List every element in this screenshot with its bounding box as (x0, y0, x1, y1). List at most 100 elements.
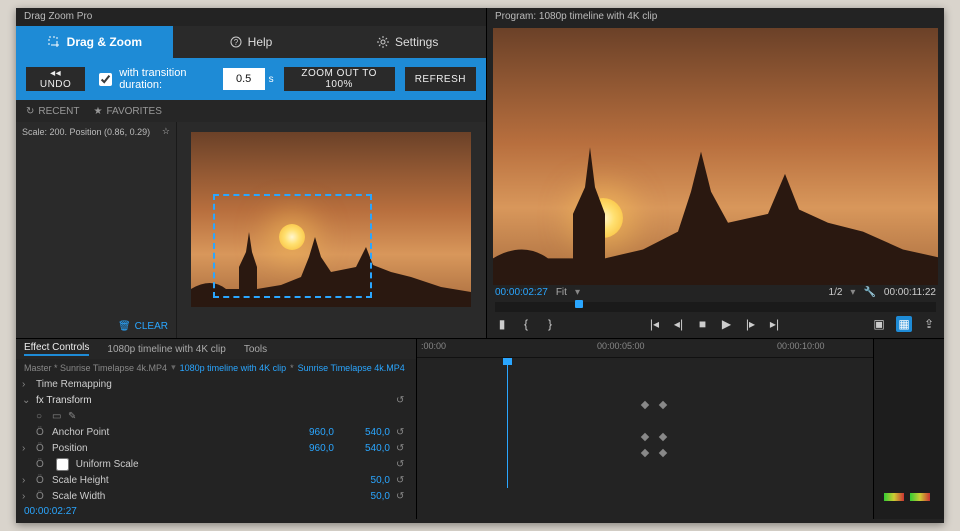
keyframe[interactable] (641, 449, 649, 457)
reset-icon[interactable]: ↺ (396, 395, 410, 406)
clock-icon: ↻ (26, 106, 34, 117)
prop-value[interactable]: 960,0 (284, 443, 334, 454)
go-to-out-icon[interactable]: ▸| (768, 317, 782, 331)
pen-mask-icon[interactable]: ✎ (68, 411, 78, 422)
ec-ruler[interactable]: :00:00 00:00:05:00 00:00:10:00 (417, 339, 873, 358)
stopwatch-icon[interactable]: Ö (36, 427, 46, 438)
program-playhead[interactable] (575, 300, 583, 308)
program-ruler[interactable] (495, 302, 936, 312)
prop-scale-width[interactable]: ›Ö Scale Width 50,0 ↺ (16, 488, 416, 504)
export-frame-icon[interactable]: ⇪ (922, 317, 936, 331)
reset-icon[interactable]: ↺ (396, 491, 410, 502)
prop-label: Scale Height (52, 475, 334, 486)
ec-crumb-master: Master * Sunrise Timelapse 4k.MP4 (24, 363, 167, 373)
stopwatch-icon[interactable]: Ö (36, 491, 46, 502)
reset-icon[interactable]: ↺ (396, 459, 410, 470)
favorite-star-icon[interactable]: ☆ (162, 126, 170, 137)
ec-crumb-seq[interactable]: 1080p timeline with 4K clip (180, 363, 287, 373)
prop-label: Anchor Point (52, 427, 278, 438)
prop-time-remapping[interactable]: ›Time Remapping (16, 376, 416, 392)
go-to-in-icon[interactable]: |◂ (648, 317, 662, 331)
marker-icon[interactable]: ▮ (495, 317, 509, 331)
keyframe[interactable] (641, 401, 649, 409)
undo-button[interactable]: ◂◂ UNDO (26, 67, 85, 91)
ec-breadcrumb: Master * Sunrise Timelapse 4k.MP4 ▾ 1080… (16, 359, 416, 376)
prop-value[interactable]: 50,0 (340, 491, 390, 502)
ec-tab-tools[interactable]: Tools (244, 344, 267, 355)
zoom-selection-box[interactable] (213, 194, 372, 298)
top-row: Drag Zoom Pro Drag & Zoom ? Help (16, 8, 944, 339)
refresh-button[interactable]: REFRESH (405, 67, 476, 91)
silhouette-graphic (493, 125, 938, 285)
prop-value[interactable]: 540,0 (340, 427, 390, 438)
tab-help[interactable]: ? Help (173, 26, 330, 58)
ec-tab-controls[interactable]: Effect Controls (24, 342, 89, 356)
prop-uniform-scale[interactable]: Ö Uniform Scale ↺ (16, 456, 416, 472)
stopwatch-icon[interactable]: Ö (36, 443, 46, 454)
app-frame: Drag Zoom Pro Drag & Zoom ? Help (16, 8, 944, 523)
stopwatch-icon[interactable]: Ö (36, 475, 46, 486)
prop-anchor-point[interactable]: Ö Anchor Point 960,0 540,0 ↺ (16, 424, 416, 440)
gear-icon (377, 36, 389, 48)
uniform-scale-checkbox[interactable] (56, 458, 69, 471)
program-monitor[interactable] (493, 28, 938, 285)
transition-duration-input[interactable] (223, 68, 265, 90)
camera-icon[interactable]: ▣ (872, 317, 886, 331)
prop-label: Uniform Scale (76, 459, 139, 470)
dzp-toolbar: ◂◂ UNDO with transition duration: s ZOOM… (16, 58, 486, 100)
program-resolution-dropdown[interactable]: 1/2 (829, 287, 843, 298)
prop-transform[interactable]: ⌄fx Transform↺ (16, 392, 416, 408)
ec-properties: ›Time Remapping ⌄fx Transform↺ ○ ▭ ✎ Ö A… (16, 376, 416, 504)
ec-tab-timeline[interactable]: 1080p timeline with 4K clip (107, 344, 225, 355)
keyframe-area[interactable] (417, 358, 873, 488)
ec-timecode[interactable]: 00:00:02:27 (16, 504, 416, 519)
tab-settings-label: Settings (395, 35, 438, 49)
tab-settings[interactable]: Settings (329, 26, 486, 58)
program-in-timecode[interactable]: 00:00:02:27 (495, 287, 548, 298)
history-item[interactable]: Scale: 200. Position (0.86, 0.29) ☆ (16, 122, 176, 141)
ec-crumb-clip[interactable]: Sunrise Timelapse 4k.MP4 (298, 363, 405, 373)
prop-label: Time Remapping (36, 379, 410, 390)
keyframe[interactable] (659, 401, 667, 409)
program-controls: 00:00:02:27 Fit ▾ 1/2 ▾ 🔧 00:00:11:22 ▮ … (487, 285, 944, 338)
stopwatch-icon[interactable]: Ö (36, 459, 46, 470)
subtab-recent[interactable]: ↻ RECENT (26, 106, 80, 117)
transition-duration-check[interactable]: with transition duration: (95, 67, 212, 91)
reset-icon[interactable]: ↺ (396, 443, 410, 454)
help-icon: ? (230, 36, 242, 48)
rect-mask-icon[interactable]: ▭ (52, 411, 62, 422)
in-point-icon[interactable]: { (519, 317, 533, 331)
wrench-icon[interactable]: 🔧 (863, 287, 875, 298)
step-back-icon[interactable]: ◂| (672, 317, 686, 331)
prop-value[interactable]: 540,0 (340, 443, 390, 454)
keyframe[interactable] (659, 449, 667, 457)
transition-duration-unit: s (269, 74, 274, 85)
subtab-favorites[interactable]: ★ FAVORITES (94, 106, 162, 117)
keyframe[interactable] (659, 433, 667, 441)
ec-timeline[interactable]: :00:00 00:00:05:00 00:00:10:00 (417, 339, 873, 519)
star-icon: ★ (94, 106, 103, 117)
prop-scale-height[interactable]: ›Ö Scale Height 50,0 ↺ (16, 472, 416, 488)
prop-value[interactable]: 960,0 (284, 427, 334, 438)
play-icon[interactable]: ▶ (720, 317, 734, 331)
keyframe[interactable] (641, 433, 649, 441)
prop-label: fx Transform (36, 395, 390, 406)
step-forward-icon[interactable]: |▸ (744, 317, 758, 331)
reset-icon[interactable]: ↺ (396, 427, 410, 438)
transition-duration-checkbox[interactable] (99, 73, 112, 86)
clear-button[interactable]: 🗑 CLEAR (24, 321, 168, 332)
program-fit-dropdown[interactable]: Fit (556, 287, 567, 298)
prop-value[interactable]: 50,0 (340, 475, 390, 486)
preview-thumbnail[interactable] (191, 132, 471, 307)
ellipse-mask-icon[interactable]: ○ (36, 411, 46, 422)
panel-title-dzp: Drag Zoom Pro (16, 8, 486, 26)
stop-icon[interactable]: ■ (696, 317, 710, 331)
chevron-down-icon: ▾ (575, 287, 580, 298)
zoom-out-button[interactable]: ZOOM OUT TO 100% (284, 67, 395, 91)
reset-icon[interactable]: ↺ (396, 475, 410, 486)
out-point-icon[interactable]: } (543, 317, 557, 331)
zoom-preview-area[interactable] (177, 122, 486, 338)
ec-playhead[interactable] (507, 358, 508, 488)
tab-drag-zoom[interactable]: Drag & Zoom (16, 26, 173, 58)
safe-margins-icon[interactable]: ▦ (896, 316, 912, 332)
